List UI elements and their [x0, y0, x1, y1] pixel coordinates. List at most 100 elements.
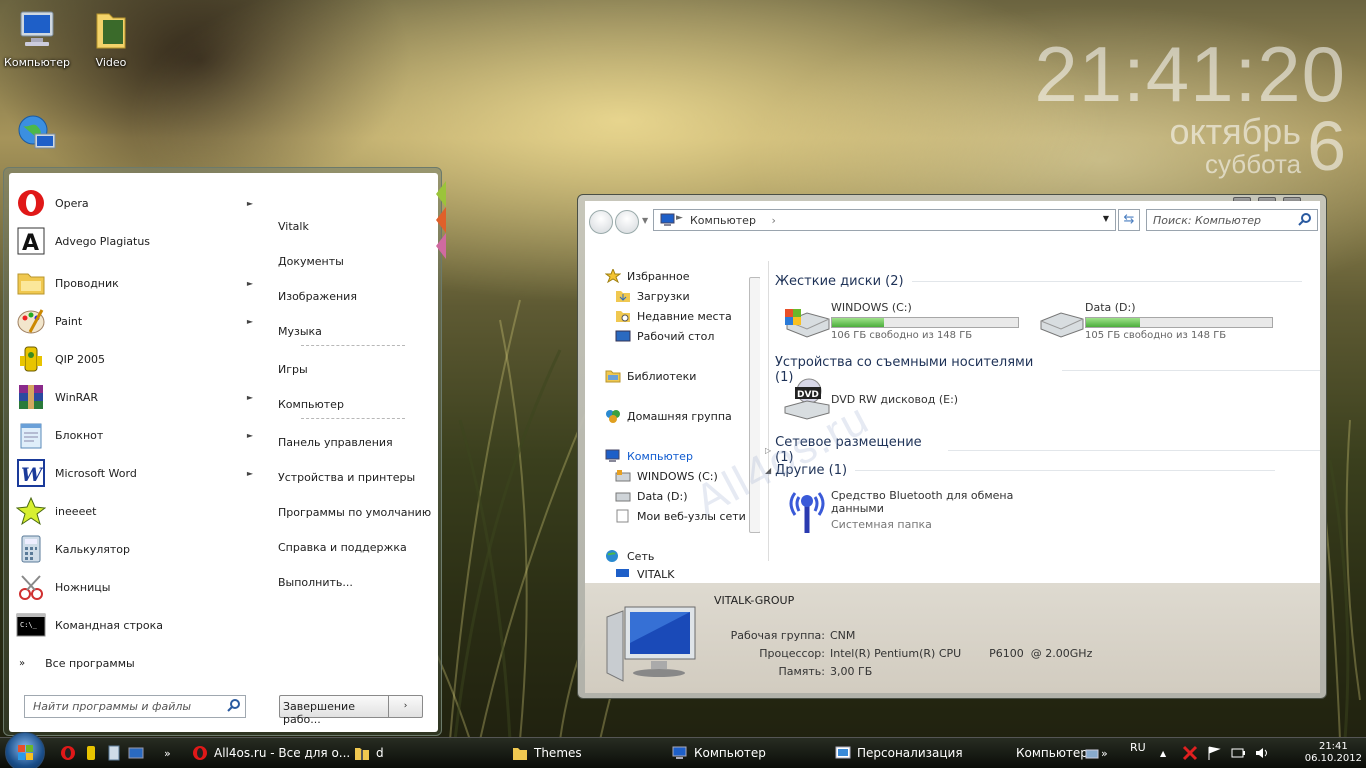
submenu-arrow-icon: ►	[246, 430, 253, 440]
quicklaunch-qip[interactable]	[83, 738, 105, 768]
personalization-icon	[835, 745, 851, 761]
program-calculator[interactable]: Калькулятор	[15, 531, 259, 567]
nav-label: Загрузки	[637, 289, 690, 303]
program-label: ineeeet	[55, 504, 97, 518]
calculator-icon	[15, 533, 47, 565]
tray-clock[interactable]: 21:41 06.10.2012	[1305, 741, 1362, 765]
program-paint[interactable]: Paint ►	[15, 303, 259, 339]
tray-antivirus-icon[interactable]	[1182, 738, 1204, 768]
quicklaunch-opera[interactable]	[60, 738, 82, 768]
usage-fill	[1086, 318, 1140, 327]
program-label: Paint	[55, 314, 83, 328]
place-default-programs[interactable]: Программы по умолчанию	[278, 506, 431, 519]
program-snipping[interactable]: Ножницы	[15, 569, 259, 605]
nav-downloads[interactable]: Загрузки	[615, 289, 690, 303]
task-label: All4os.ru - Все для о...	[214, 746, 351, 760]
task-d[interactable]: d	[354, 738, 384, 768]
nav-favorites[interactable]: Избранное	[604, 267, 689, 284]
program-cmd[interactable]: C:\_ Командная строка	[15, 607, 259, 643]
nav-network-pc[interactable]: VITALK	[615, 569, 675, 579]
quicklaunch-overflow-icon[interactable]: »	[164, 738, 171, 768]
bluetooth-item[interactable]: Средство Bluetooth для обмена данными Си…	[783, 489, 1021, 533]
navigation-pane: Избранное Загрузки Недавние места Рабочи…	[585, 265, 760, 587]
quicklaunch-calculator[interactable]	[106, 738, 128, 768]
downloads-folder-icon	[615, 289, 631, 303]
tray-flag-icon[interactable]	[1206, 738, 1228, 768]
nav-label: Библиотеки	[627, 369, 697, 383]
computer-icon	[615, 569, 631, 579]
place-computer[interactable]: Компьютер	[278, 398, 344, 411]
task-opera[interactable]: All4os.ru - Все для о...	[192, 738, 350, 768]
nav-desktop[interactable]: Рабочий стол	[615, 329, 714, 343]
place-games[interactable]: Игры	[278, 363, 308, 376]
quicklaunch-desktop[interactable]	[128, 738, 150, 768]
computer-icon	[672, 745, 688, 761]
program-winrar[interactable]: WinRAR ►	[15, 379, 259, 415]
program-label: Opera	[55, 196, 89, 210]
group-label: Жесткие диски (2)	[775, 274, 904, 289]
all-programs-arrow-icon: »	[19, 657, 26, 669]
task-personalization[interactable]: Персонализация	[835, 738, 963, 768]
drive-dvd[interactable]: DVD DVD RW дисковод (E:)	[783, 377, 958, 420]
paint-icon	[15, 305, 47, 337]
nav-homegroup[interactable]: Домашняя группа	[605, 409, 732, 423]
program-word[interactable]: W Microsoft Word ►	[15, 455, 259, 491]
tray-volume-icon[interactable]	[1254, 738, 1276, 768]
place-run[interactable]: Выполнить...	[278, 576, 353, 589]
group-hard-drives[interactable]: Жесткие диски (2)	[775, 274, 1302, 289]
place-music[interactable]: Музыка	[278, 325, 322, 338]
shutdown-options-button[interactable]: ›	[389, 695, 423, 718]
program-advego[interactable]: A Advego Plagiatus	[15, 223, 259, 259]
address-dropdown-icon[interactable]: ▼	[1103, 214, 1109, 223]
back-button[interactable]	[589, 210, 613, 234]
drive-name: Data (D:)	[1085, 301, 1136, 314]
address-bar[interactable]: ► Компьютер › ▼	[653, 209, 1116, 231]
action-center-icon	[1206, 745, 1222, 761]
task-label: Themes	[534, 746, 582, 760]
task-themes[interactable]: Themes	[512, 738, 582, 768]
program-explorer[interactable]: Проводник ►	[15, 265, 259, 301]
drive-c[interactable]: WINDOWS (C:) 106 ГБ свободно из 148 ГБ	[783, 301, 1019, 341]
start-search-input[interactable]: Найти программы и файлы	[24, 695, 246, 718]
refresh-icon[interactable]: ⇆	[1118, 209, 1140, 231]
history-chevron-icon[interactable]: ▼	[642, 216, 648, 225]
place-documents[interactable]: Документы	[278, 255, 344, 268]
program-opera[interactable]: Opera ►	[15, 185, 259, 221]
nav-drive-d[interactable]: Data (D:)	[615, 489, 688, 503]
shutdown-button[interactable]: Завершение рабо...	[279, 695, 389, 726]
desktop-icon-network[interactable]	[2, 110, 72, 160]
group-other[interactable]: ◢ Другие (1)	[765, 463, 1276, 478]
start-button[interactable]	[5, 732, 45, 768]
libraries-icon	[605, 369, 621, 383]
language-indicator[interactable]: RU	[1130, 732, 1146, 762]
address-toolbar[interactable]: Компьютер	[1016, 738, 1088, 768]
calculator-icon	[106, 745, 122, 761]
place-user[interactable]: Vitalk	[278, 220, 309, 233]
all-programs[interactable]: » Все программы	[19, 645, 263, 681]
nav-computer[interactable]: Компьютер	[605, 449, 693, 463]
navigation-bar: ▼ ► Компьютер › ▼ ⇆ Поиск: Компьютер	[585, 205, 1320, 235]
desktop-icon-video[interactable]: Video	[76, 6, 146, 69]
nav-network[interactable]: Сеть	[605, 549, 654, 563]
forward-button[interactable]	[615, 210, 639, 234]
cmd-icon: C:\_	[15, 609, 47, 641]
drive-d[interactable]: Data (D:) 105 ГБ свободно из 148 ГБ	[1037, 301, 1273, 341]
place-help[interactable]: Справка и поддержка	[278, 541, 407, 554]
program-notepad[interactable]: Блокнот ►	[15, 417, 259, 453]
program-ineeeet[interactable]: ineeeet	[15, 493, 259, 529]
desktop-icon-computer[interactable]: Компьютер	[2, 6, 72, 69]
task-computer[interactable]: Компьютер	[672, 738, 766, 768]
place-control-panel[interactable]: Панель управления	[278, 436, 393, 449]
toolbar-overflow-icon[interactable]: »	[1101, 738, 1108, 768]
drive-usage-bar	[831, 317, 1019, 328]
nav-recent[interactable]: Недавние места	[615, 309, 732, 323]
program-qip[interactable]: QIP 2005	[15, 341, 259, 377]
explorer-search-input[interactable]: Поиск: Компьютер	[1146, 209, 1318, 231]
place-pictures[interactable]: Изображения	[278, 290, 357, 303]
nav-label: Мои веб-узлы сети M	[637, 509, 759, 523]
nav-libraries[interactable]: Библиотеки	[605, 369, 696, 383]
place-devices[interactable]: Устройства и принтеры	[278, 471, 415, 484]
tray-power-icon[interactable]	[1230, 738, 1252, 768]
tray-expand-icon[interactable]: ▲	[1160, 738, 1166, 768]
submenu-arrow-icon: ►	[246, 278, 253, 288]
